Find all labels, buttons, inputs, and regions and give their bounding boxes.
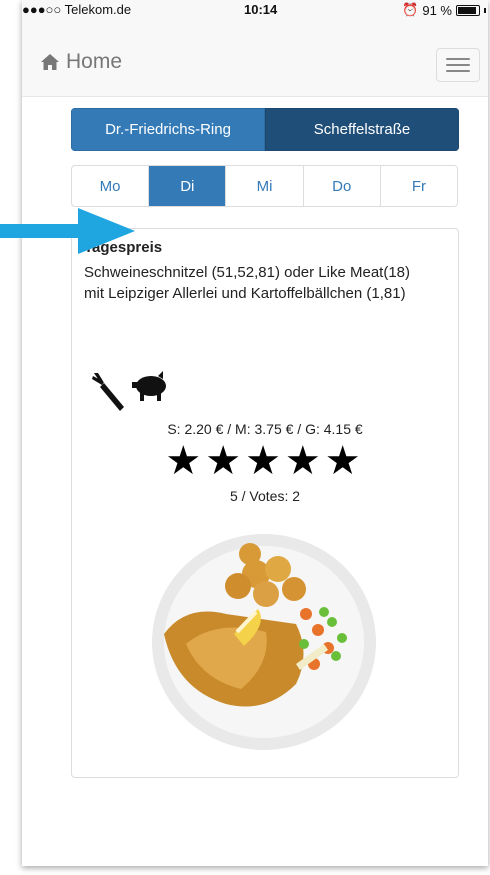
meal-card: Tagespreis Schweineschnitzel (51,52,81) …: [71, 228, 459, 778]
hamburger-icon: [446, 58, 470, 60]
day-tab-fr[interactable]: Fr: [381, 166, 457, 206]
navbar: Home: [22, 20, 488, 97]
rating-votes: 5 / Votes: 2: [229, 488, 301, 504]
home-icon: [41, 54, 59, 70]
location-tab-scheffelstrasse[interactable]: Scheffelstraße: [265, 108, 459, 151]
meal-description: Schweineschnitzel (51,52,81) oder Like M…: [84, 264, 411, 302]
battery-label: 91 %: [422, 2, 452, 18]
carrier-label: ●●●○○ Telekom.de: [22, 2, 132, 17]
phone-screen: ●●●○○ Telekom.de 10:14 ⏰ 91 % Home Dr.-F…: [22, 0, 488, 866]
clock: 10:14: [244, 2, 278, 17]
battery-indicator: ⏰ 91 %: [402, 2, 486, 18]
menu-toggle-button[interactable]: [436, 48, 480, 82]
day-tab-di[interactable]: Di: [149, 166, 227, 206]
day-tab-mo[interactable]: Mo: [72, 166, 150, 206]
pointer-arrow-icon: [0, 208, 135, 254]
home-link[interactable]: Home: [40, 50, 122, 74]
alarm-icon: ⏰: [402, 2, 419, 17]
pig-icon: [132, 371, 166, 401]
price-text: S: 2.20 € / M: 3.75 € / G: 4.15 €: [167, 421, 363, 437]
location-tab-friedrichs-ring[interactable]: Dr.-Friedrichs-Ring: [71, 108, 265, 151]
meal-photo: [152, 534, 376, 750]
location-switch: Dr.-Friedrichs-Ring Scheffelstraße: [71, 108, 459, 151]
home-label: Home: [66, 50, 123, 73]
meal-tags: [90, 371, 170, 413]
day-tab-do[interactable]: Do: [304, 166, 381, 206]
battery-icon: [456, 4, 480, 16]
status-bar: ●●●○○ Telekom.de 10:14 ⏰ 91 %: [22, 0, 488, 20]
day-tab-mi[interactable]: Mi: [226, 166, 304, 206]
carrot-icon: [92, 373, 124, 411]
day-tabs: Mo Di Mi Do Fr: [71, 165, 458, 207]
rating-stars[interactable]: ★★★★★: [72, 441, 458, 481]
